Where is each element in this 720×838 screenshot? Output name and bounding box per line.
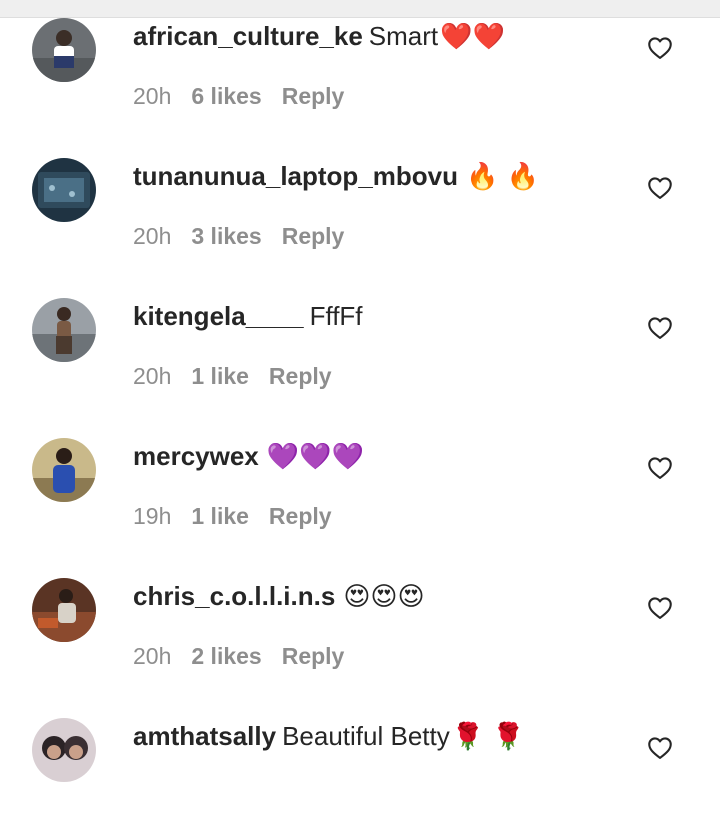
avatar[interactable] xyxy=(32,578,96,642)
avatar-photo-icon xyxy=(32,158,96,222)
heart-outline-icon xyxy=(648,317,672,339)
avatar-photo-icon xyxy=(32,718,96,782)
reply-button[interactable]: Reply xyxy=(282,83,345,109)
avatar[interactable] xyxy=(32,298,96,362)
comment-line: amthatsally Beautiful Betty🌹 🌹 xyxy=(133,718,525,755)
avatar-photo-icon xyxy=(32,578,96,642)
comment-username[interactable]: kitengela____ xyxy=(133,301,304,331)
comment-username[interactable]: tunanunua_laptop_mbovu xyxy=(133,161,458,191)
avatar[interactable] xyxy=(32,718,96,782)
comment-item: chris_c.o.l.l.i.n.s 😍😍😍 20h 2 likes Reply xyxy=(0,558,720,698)
comment-item: amthatsally Beautiful Betty🌹 🌹 xyxy=(0,698,720,838)
comment-text: FffFf xyxy=(309,301,363,331)
avatar-photo-icon xyxy=(32,298,96,362)
like-button[interactable] xyxy=(646,34,674,62)
comment-username[interactable]: mercywex xyxy=(133,441,259,471)
comment-item: kitengela____ FffFf 20h 1 like Reply xyxy=(0,278,720,418)
heart-outline-icon xyxy=(648,737,672,759)
comment-text: Smart xyxy=(368,21,439,51)
comment-likes[interactable]: 1 like xyxy=(191,503,249,529)
avatar-photo-icon xyxy=(32,438,96,502)
comment-meta: 20h 6 likes Reply xyxy=(133,78,364,114)
avatar[interactable] xyxy=(32,158,96,222)
comment-line: chris_c.o.l.l.i.n.s 😍😍😍 xyxy=(133,578,425,615)
avatar[interactable] xyxy=(32,438,96,502)
comment-meta: 20h 1 like Reply xyxy=(133,358,352,394)
comment-emoji: 💜💜💜 xyxy=(266,442,364,472)
comment-item: mercywex 💜💜💜 19h 1 like Reply xyxy=(0,418,720,558)
comment-line: kitengela____ FffFf xyxy=(133,298,365,335)
comment-username[interactable]: african_culture_ke xyxy=(133,21,363,51)
avatar[interactable] xyxy=(32,18,96,82)
comment-meta: 19h 1 like Reply xyxy=(133,498,352,534)
comment-time: 20h xyxy=(133,223,172,249)
like-button[interactable] xyxy=(646,454,674,482)
like-button[interactable] xyxy=(646,174,674,202)
comment-emoji: 🌹 🌹 xyxy=(451,722,525,752)
comment-likes[interactable]: 2 likes xyxy=(191,643,261,669)
comment-time: 20h xyxy=(133,83,172,109)
like-button[interactable] xyxy=(646,594,674,622)
reply-button[interactable]: Reply xyxy=(269,503,332,529)
comment-username[interactable]: chris_c.o.l.l.i.n.s xyxy=(133,581,335,611)
comment-likes[interactable]: 3 likes xyxy=(191,223,261,249)
comment-likes[interactable]: 6 likes xyxy=(191,83,261,109)
like-button[interactable] xyxy=(646,314,674,342)
comment-text: Beautiful Betty xyxy=(282,721,450,751)
comment-line: tunanunua_laptop_mbovu 🔥 🔥 xyxy=(133,158,539,195)
comment-meta: 20h 3 likes Reply xyxy=(133,218,364,254)
comment-meta: 20h 2 likes Reply xyxy=(133,638,364,674)
comment-username[interactable]: amthatsally xyxy=(133,721,276,751)
heart-outline-icon xyxy=(648,597,672,619)
comment-line: african_culture_ke Smart❤️❤️ xyxy=(133,18,505,55)
reply-button[interactable]: Reply xyxy=(269,363,332,389)
comment-emoji: ❤️❤️ xyxy=(440,22,505,52)
comment-likes[interactable]: 1 like xyxy=(191,363,249,389)
comment-emoji: 😍😍😍 xyxy=(343,582,425,612)
comment-time: 20h xyxy=(133,643,172,669)
heart-outline-icon xyxy=(648,457,672,479)
comment-time: 19h xyxy=(133,503,172,529)
comment-item: tunanunua_laptop_mbovu 🔥 🔥 20h 3 likes Repl… xyxy=(0,138,720,278)
reply-button[interactable]: Reply xyxy=(282,223,345,249)
avatar-photo-icon xyxy=(32,18,96,82)
comment-item: african_culture_ke Smart❤️❤️ 20h 6 likes Re… xyxy=(0,0,720,138)
heart-outline-icon xyxy=(648,37,672,59)
comment-line: mercywex 💜💜💜 xyxy=(133,438,364,475)
like-button[interactable] xyxy=(646,734,674,762)
heart-outline-icon xyxy=(648,177,672,199)
comment-emoji: 🔥 🔥 xyxy=(466,162,540,192)
reply-button[interactable]: Reply xyxy=(282,643,345,669)
comment-time: 20h xyxy=(133,363,172,389)
